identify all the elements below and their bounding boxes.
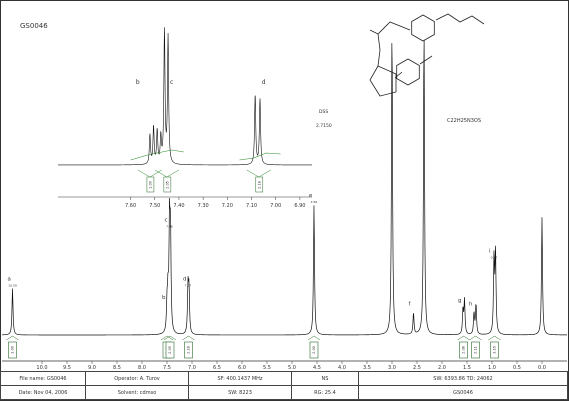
integral-curve — [182, 335, 195, 341]
info-frequency: SF: 400.1437 MHz — [188, 371, 292, 386]
peak-value: 7.07 — [185, 284, 192, 288]
main-spectrum: a10.59bc7.46d7.07e4.56fghi0.9710.0 9.5 9.0… — [1, 39, 568, 371]
inset-spectrum: b c d 7.60 7.50 7.40 7.30 7.20 7.10 7.00 6.90 1.00 2… — [58, 27, 312, 209]
info-solvent: Solvent: cdmso — [85, 385, 189, 400]
unknown-label: DSS — [319, 109, 328, 115]
peak-label: h — [469, 301, 473, 307]
integral-curve — [488, 335, 501, 341]
integral-value: 2.05 — [168, 346, 172, 354]
inset-x-tick-label: 6.90 — [294, 203, 305, 209]
peak-value: 10.59 — [8, 284, 17, 288]
integral-value: 3.16 — [493, 346, 497, 354]
peak-value: 4.56 — [311, 200, 318, 204]
integral-value: 1.00 — [11, 346, 15, 354]
inset-x-tick-label: 7.50 — [149, 203, 160, 209]
integral-value: 2.11 — [474, 346, 478, 354]
inset-peak-label: d — [262, 79, 266, 86]
info-rg: RG: 25.4 — [291, 385, 359, 400]
peak-value: 7.46 — [166, 225, 173, 229]
methyl-bond — [419, 55, 433, 65]
benzene-ring — [411, 14, 435, 42]
integral-value: 2.08 — [462, 346, 466, 354]
peak-label: d — [183, 277, 187, 283]
acquisition-info-table: File name: GS0046 Operator: A. Turov SF:… — [0, 371, 568, 400]
peak-value: 0.97 — [491, 256, 498, 260]
inset-x-tick-label: 7.60 — [125, 203, 136, 209]
info-date: Date: Nov 04, 2006 — [0, 385, 86, 400]
inset-integral-bracket — [246, 169, 271, 178]
inset-x-tick-label: 7.20 — [222, 203, 233, 209]
info-row: Date: Nov 04, 2006 Solvent: cdmso SW: 82… — [0, 385, 568, 400]
info-ns: NS — [291, 371, 359, 386]
inset-x-tick-label: 7.00 — [270, 203, 281, 209]
info-row: File name: GS0046 Operator: A. Turov SF:… — [0, 371, 568, 386]
inset-integral-curve — [239, 152, 281, 161]
peak-label: g — [458, 298, 462, 304]
tolyl-ring — [396, 58, 420, 86]
inset-peak-label: b — [136, 79, 140, 86]
peak-label: b — [162, 295, 166, 301]
peak-label: a — [8, 277, 11, 283]
inset-x-tick-label: 7.40 — [173, 203, 184, 209]
amide-chain — [369, 21, 411, 35]
thioether-link — [377, 33, 381, 67]
peak-label: f — [409, 301, 412, 307]
inset-integral-value: 2.05 — [165, 181, 169, 189]
inset-trace — [58, 27, 312, 166]
peak-label: i — [489, 249, 491, 255]
integral-curve — [457, 335, 470, 341]
sample-id: GS0046 — [20, 22, 48, 30]
info-sample: GS0046 — [358, 385, 568, 400]
info-filename: File name: GS0046 — [0, 371, 86, 386]
inset-integral-bracket — [137, 169, 163, 178]
peak-label: c — [165, 218, 168, 224]
integral-curve — [469, 335, 482, 341]
info-sw-td: SW: 6393.86 TD: 24062 — [358, 371, 568, 386]
integral-curve — [6, 335, 19, 341]
inset-integral-curve — [130, 149, 184, 161]
integral-value: 2.18 — [187, 346, 191, 354]
inset-peak-label: c — [170, 79, 173, 86]
integral-value: 2.00 — [312, 346, 316, 354]
inset-x-tick-label: 7.30 — [198, 203, 209, 209]
nmr-spectrum-chart: a10.59bc7.46d7.07e4.56fghi0.9710.0 9.5 9.0… — [1, 13, 568, 371]
molecule-structure — [369, 13, 485, 97]
spectrum-trace — [1, 39, 568, 336]
inset-integral-value: 1.00 — [148, 181, 152, 189]
butyl-chain — [435, 13, 485, 25]
info-operator: Operator: A. Turov — [85, 371, 189, 386]
integral-curve — [307, 335, 321, 341]
info-sw: SW: 8223 — [188, 385, 292, 400]
inset-x-tick-label: 7.10 — [246, 203, 257, 209]
inset-integral-bracket — [154, 169, 179, 178]
peak-label: e — [309, 193, 313, 199]
unknown-value: 2.7150 — [316, 123, 332, 129]
formula-label: C22H25N3OS — [447, 118, 481, 124]
inset-integral-value: 2.18 — [257, 181, 261, 189]
